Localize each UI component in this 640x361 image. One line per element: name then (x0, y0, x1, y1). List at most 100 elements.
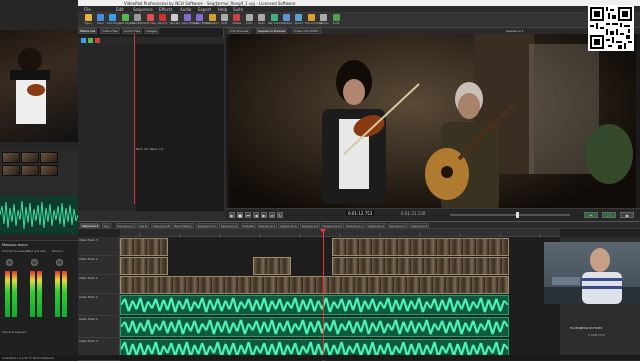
video-clip[interactable] (120, 257, 168, 275)
sequence-tab[interactable]: VideoRe (240, 223, 256, 228)
gain-knob[interactable] (56, 259, 63, 266)
level-meter (37, 271, 42, 317)
tab-images[interactable]: Images (144, 28, 159, 34)
sequence-tab[interactable]: Sequence 9 (299, 223, 321, 228)
next-button[interactable]: ⏭ (269, 212, 275, 218)
menu-effects[interactable]: Effects (159, 7, 173, 12)
forward-button[interactable]: ▶ (261, 212, 267, 218)
suite-button[interactable]: Suite (330, 14, 342, 27)
sequence-tab[interactable]: Sequence 11 (195, 223, 218, 228)
fullscreen-button[interactable]: ⛶ (602, 212, 616, 218)
video-clip[interactable] (332, 257, 509, 275)
track-header-audio-2[interactable]: Audio Track 2 (78, 316, 120, 338)
sequence-tab[interactable]: Sequence 10 (321, 223, 344, 228)
video-clip[interactable] (120, 238, 168, 256)
sequence-tab[interactable]: Sequence 1 (80, 223, 101, 228)
menu-edit[interactable]: Edit (116, 7, 124, 12)
menu-file[interactable]: File (84, 7, 91, 12)
add-blank-button[interactable]: Add Blank (132, 14, 145, 27)
add-media-icon[interactable] (81, 38, 86, 43)
video-clip[interactable] (120, 276, 509, 294)
gain-knob[interactable] (31, 259, 38, 266)
rewind-button[interactable]: ◀ (253, 212, 259, 218)
menu-help[interactable]: Help (218, 7, 227, 12)
timeline-tracks[interactable] (120, 237, 560, 361)
transition-icon (208, 14, 216, 21)
level-meter (12, 271, 17, 317)
narrate-button[interactable]: Narrate (169, 14, 181, 27)
sequence-tab[interactable]: Sequence 5 (219, 223, 240, 228)
sequence-tab[interactable]: Seq B (137, 223, 150, 228)
sequence-tab[interactable]: Sequence 7 (387, 223, 408, 228)
menu-audio[interactable]: Audio (180, 7, 191, 12)
ribbon-label: Audio Effects (193, 22, 211, 25)
seek-bar[interactable] (450, 214, 570, 216)
sequence-tab[interactable]: Sequence 3 (115, 223, 136, 228)
record-button[interactable]: Record (156, 14, 168, 27)
menu-sequence[interactable]: Sequence (133, 7, 153, 12)
add-file-s-button[interactable]: Add File(s) (107, 14, 120, 27)
export-movie-button[interactable]: Export Movie (305, 14, 322, 27)
play-button[interactable]: ▶ (229, 212, 235, 218)
audio-clip[interactable] (120, 317, 509, 337)
delete-button[interactable]: Delete (231, 14, 243, 27)
stabilize-button[interactable]: Stabilize (280, 14, 292, 27)
menu-suite[interactable]: Suite (233, 7, 243, 12)
ribbon-label: Add Title (144, 22, 156, 25)
loop-button[interactable]: ↻ (277, 212, 283, 218)
gain-knob[interactable] (6, 259, 13, 266)
media-clip-area[interactable]: Pack de ribbon (1) (136, 44, 224, 211)
set-audio-button[interactable]: Set Audio (268, 14, 280, 27)
previous-button[interactable]: ⏮ (245, 212, 251, 218)
open-button[interactable]: Open (82, 14, 94, 27)
stop-button[interactable]: ■ (237, 212, 243, 218)
sequence-tab[interactable]: Sequence 2 (256, 223, 278, 228)
timeline-ruler[interactable] (120, 229, 560, 237)
video-clip[interactable] (253, 257, 291, 275)
audio-effects-button[interactable]: Audio Effects (193, 14, 211, 27)
track-header-video-2[interactable]: Video Track 2 (78, 256, 120, 275)
snapshot-button[interactable]: ◉ (620, 212, 634, 218)
video-preview[interactable] (229, 34, 636, 235)
seek-handle[interactable] (516, 212, 519, 218)
sequence-tab[interactable]: Sequence 4 (366, 223, 387, 228)
track-header-audio-1[interactable]: Audio Track 1 (78, 294, 120, 316)
sequence-tab[interactable]: Sequence 1 (344, 223, 365, 228)
split-button[interactable]: ✂ (584, 212, 598, 218)
add-title-button[interactable]: Add Title (144, 14, 156, 27)
audio-fx-icon (196, 14, 204, 21)
menu-export[interactable]: Export (198, 7, 211, 12)
audio-clip[interactable] (120, 295, 509, 315)
view-grid-icon[interactable] (88, 38, 93, 43)
sequence-tab[interactable]: Seq (101, 223, 111, 228)
sequence-tab[interactable]: Back Matery (172, 223, 194, 228)
sequence-tab[interactable]: Sequence 6 (278, 223, 299, 228)
video-clip[interactable] (332, 238, 509, 256)
sequence-tab[interactable]: Sequence 8 (409, 223, 430, 228)
tab-video-files[interactable]: Video Files (100, 28, 120, 34)
save-button[interactable]: Save (94, 14, 106, 27)
tab-media-list[interactable]: Media List (78, 28, 98, 34)
video-effects-button[interactable]: Video Effects (181, 14, 198, 27)
track-header-video-3[interactable]: Video Track 3 (78, 237, 120, 256)
menu-bar: File Edit Sequence Effects Audio Export … (78, 6, 640, 13)
track-name: Audio Track 2 (79, 317, 98, 321)
sequence-tab[interactable]: Sequence B (151, 223, 172, 228)
media-bin[interactable] (78, 44, 136, 211)
transition-button[interactable]: Transition (206, 14, 219, 27)
add-objects-button[interactable]: Add Objects (119, 14, 135, 27)
split-button[interactable]: Split (218, 14, 230, 27)
options-button[interactable]: Options (318, 14, 330, 27)
remove-media-icon[interactable] (95, 38, 100, 43)
ribbon-label: Narrate (169, 22, 180, 25)
track-name: Video Track 1 (79, 276, 98, 280)
media-playhead[interactable] (134, 34, 135, 204)
track-header-video-1[interactable]: Video Track 1 (78, 275, 120, 294)
undo-button[interactable]: Undo (243, 14, 255, 27)
speed-button[interactable]: Speed (293, 14, 305, 27)
media-clip-label[interactable]: Pack de ribbon (1) (136, 147, 163, 151)
redo-button[interactable]: Redo (256, 14, 268, 27)
timeline-playhead[interactable] (323, 229, 324, 361)
suite-icon (332, 14, 340, 21)
tab-audio-files[interactable]: Audio Files (122, 28, 143, 34)
